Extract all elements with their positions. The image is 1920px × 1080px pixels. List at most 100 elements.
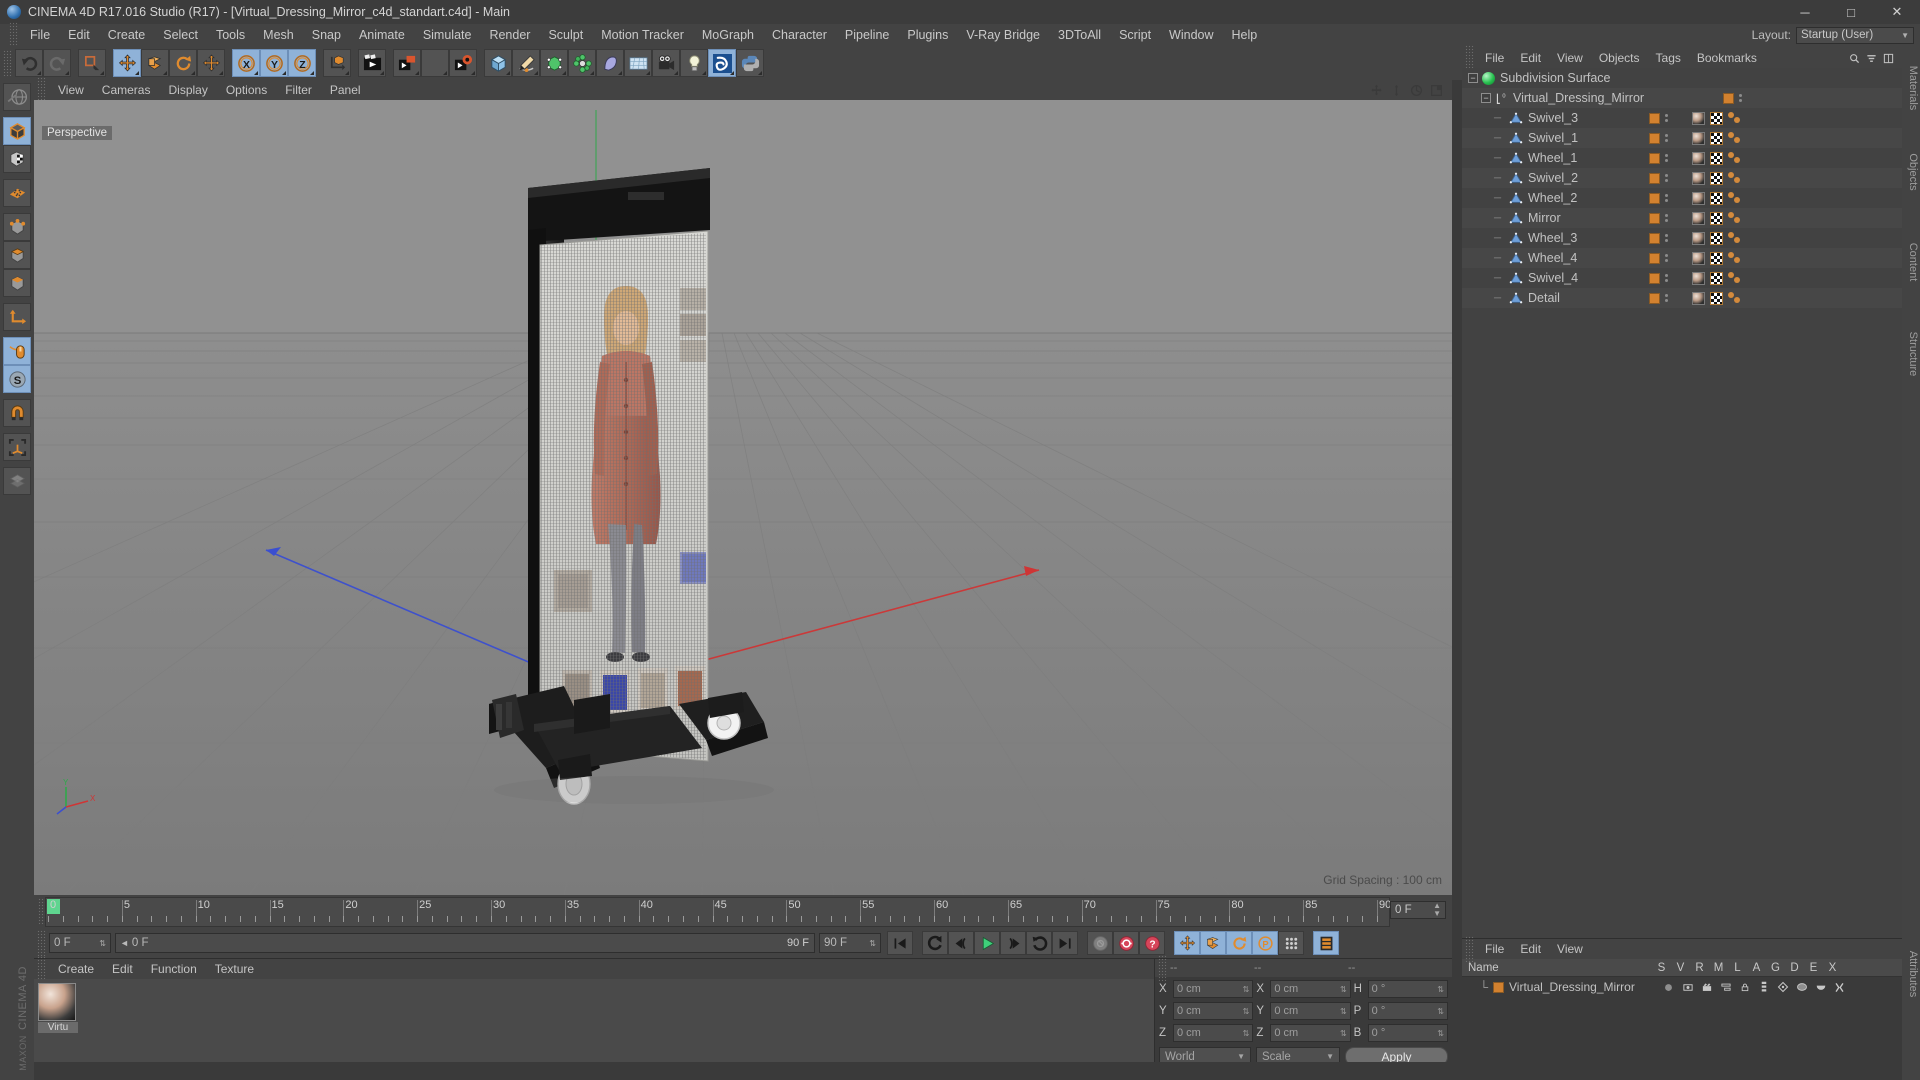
menu-item-bookmarks[interactable]: Bookmarks xyxy=(1689,48,1765,68)
polygons-mode-button[interactable] xyxy=(3,269,31,297)
phong-tag-icon[interactable] xyxy=(1728,152,1742,164)
tab-materials[interactable]: Materials xyxy=(1907,53,1919,123)
tag-dots-icon[interactable] xyxy=(1665,114,1668,122)
deformer-button[interactable] xyxy=(596,49,624,77)
solo-icon[interactable] xyxy=(1659,982,1678,993)
timeline-end-field[interactable]: 0 F ▲ ▼ xyxy=(1390,901,1446,919)
stepper-icon[interactable]: ⇅ xyxy=(1243,985,1250,994)
viewport-canvas[interactable]: Perspective Grid Spacing : 100 cm Y X xyxy=(34,100,1452,895)
material-tag-icon[interactable] xyxy=(1692,231,1705,245)
timeline-ruler[interactable]: 0 5 10 15 20 25 30 35 40 45 50 55 60 65 70 75 80 85 90 xyxy=(45,897,1391,927)
uv-tag-icon[interactable] xyxy=(1710,271,1723,285)
phong-tag-icon[interactable] xyxy=(1728,172,1742,184)
object-row[interactable]: − Subdivision Surface xyxy=(1462,68,1902,88)
menu-item-select[interactable]: Select xyxy=(154,24,207,46)
current-frame-field[interactable]: 0 F ⇅ xyxy=(49,933,111,953)
scale-tool-button[interactable] xyxy=(141,49,169,77)
layer-color-tag[interactable] xyxy=(1649,152,1660,164)
position-x-field[interactable]: 0 cm ⇅ xyxy=(1173,980,1254,998)
layout-select[interactable]: Startup (User) ▼ xyxy=(1796,26,1914,44)
uv-tag-icon[interactable] xyxy=(1710,111,1723,125)
expand-collapse-toggle[interactable]: − xyxy=(1468,73,1478,83)
zoom-view-icon[interactable] xyxy=(1390,84,1403,97)
layer-color-tag[interactable] xyxy=(1649,192,1660,204)
menu-item-file[interactable]: File xyxy=(21,24,59,46)
stepper-icon[interactable]: ⇅ xyxy=(1340,985,1347,994)
tag-dots-icon[interactable] xyxy=(1665,174,1668,182)
stepper-icon[interactable]: ⇅ xyxy=(1437,985,1444,994)
manager-icon[interactable] xyxy=(1716,982,1735,993)
layer-grip[interactable] xyxy=(1465,936,1474,962)
tab-attributes[interactable]: Attributes xyxy=(1907,939,1919,1009)
stepper-icon[interactable]: ⇅ xyxy=(1340,1007,1347,1016)
search-icon[interactable] xyxy=(1849,53,1860,64)
magnet-button[interactable] xyxy=(3,399,31,427)
generator-icon[interactable] xyxy=(1773,981,1792,993)
mograph-button[interactable] xyxy=(568,49,596,77)
menu-item-snap[interactable]: Snap xyxy=(303,24,350,46)
toolbar-grip[interactable] xyxy=(3,50,12,76)
max-frames-field[interactable]: 90 F ⇅ xyxy=(819,933,881,953)
rotation-p-field[interactable]: 0 ° ⇅ xyxy=(1367,1002,1448,1020)
rotation-key-button[interactable] xyxy=(1226,931,1252,955)
menu-item-window[interactable]: Window xyxy=(1160,24,1222,46)
expression-icon[interactable] xyxy=(1811,982,1830,992)
menu-item-panel[interactable]: Panel xyxy=(321,80,370,100)
tag-dots-icon[interactable] xyxy=(1665,294,1668,302)
size-y-field[interactable]: 0 cm ⇅ xyxy=(1270,1002,1351,1020)
menu-item-help[interactable]: Help xyxy=(1223,24,1267,46)
layer-color-swatch[interactable] xyxy=(1493,981,1504,993)
lock-icon[interactable] xyxy=(1735,982,1754,993)
menu-item-edit[interactable]: Edit xyxy=(103,959,142,979)
menu-item-edit[interactable]: Edit xyxy=(1512,939,1549,959)
object-row[interactable]: ─ Wheel_3 xyxy=(1462,228,1902,248)
phong-tag-icon[interactable] xyxy=(1728,132,1742,144)
stepper-icon[interactable]: ⇅ xyxy=(1243,1029,1250,1038)
menu-item-animate[interactable]: Animate xyxy=(350,24,414,46)
menu-item-create[interactable]: Create xyxy=(99,24,155,46)
autokeying-button[interactable] xyxy=(1113,931,1139,955)
tag-dots-icon[interactable] xyxy=(1665,134,1668,142)
phong-tag-icon[interactable] xyxy=(1728,272,1742,284)
menu-item-pipeline[interactable]: Pipeline xyxy=(836,24,898,46)
close-button[interactable]: ✕ xyxy=(1874,0,1920,24)
rotate-view-icon[interactable] xyxy=(1410,84,1423,97)
frame-slider[interactable]: ◄ 0 F 90 F xyxy=(115,933,815,953)
environment-button[interactable] xyxy=(624,49,652,77)
tag-dots-icon[interactable] xyxy=(1739,94,1742,102)
record-active-objects-button[interactable] xyxy=(1087,931,1113,955)
menu-item-texture[interactable]: Texture xyxy=(206,959,263,979)
deformer-icon[interactable] xyxy=(1792,981,1811,993)
snap-mode-button[interactable]: S xyxy=(3,365,31,393)
material-tag-icon[interactable] xyxy=(1692,111,1705,125)
spline-pen-button[interactable] xyxy=(512,49,540,77)
minimize-button[interactable]: ─ xyxy=(1782,0,1828,24)
object-tree[interactable]: − Subdivision Surface −0 Virtual_Dressing_M… xyxy=(1462,68,1902,938)
material-item[interactable]: Virtu xyxy=(38,983,78,1033)
tag-dots-icon[interactable] xyxy=(1665,214,1668,222)
stepper-icon[interactable]: ⇅ xyxy=(1437,1007,1444,1016)
uv-tag-icon[interactable] xyxy=(1710,191,1723,205)
uv-tag-icon[interactable] xyxy=(1710,211,1723,225)
texture-mode-button[interactable] xyxy=(3,145,31,173)
position-key-button[interactable] xyxy=(1174,931,1200,955)
object-mode-button[interactable] xyxy=(3,117,31,145)
object-row[interactable]: ─ Swivel_1 xyxy=(1462,128,1902,148)
undo-button[interactable] xyxy=(15,49,43,77)
tag-dots-icon[interactable] xyxy=(1665,254,1668,262)
layer-color-tag[interactable] xyxy=(1649,172,1660,184)
menu-item-view[interactable]: View xyxy=(49,80,93,100)
keyframe-selection-button[interactable]: ? xyxy=(1139,931,1165,955)
menu-grip[interactable] xyxy=(9,22,18,48)
render-picture-button[interactable] xyxy=(421,49,449,77)
menu-item-sculpt[interactable]: Sculpt xyxy=(539,24,592,46)
phong-tag-icon[interactable] xyxy=(1728,212,1742,224)
menu-item-filter[interactable]: Filter xyxy=(276,80,321,100)
vray-bridge-button[interactable] xyxy=(708,49,736,77)
coordinates-grip[interactable] xyxy=(1158,955,1167,981)
rotate-tool-button[interactable] xyxy=(169,49,197,77)
material-sphere-icon[interactable] xyxy=(38,983,76,1021)
layer-row[interactable]: └ Virtual_Dressing_Mirror xyxy=(1462,977,1902,997)
tag-dots-icon[interactable] xyxy=(1665,234,1668,242)
object-row[interactable]: ─ Swivel_2 xyxy=(1462,168,1902,188)
